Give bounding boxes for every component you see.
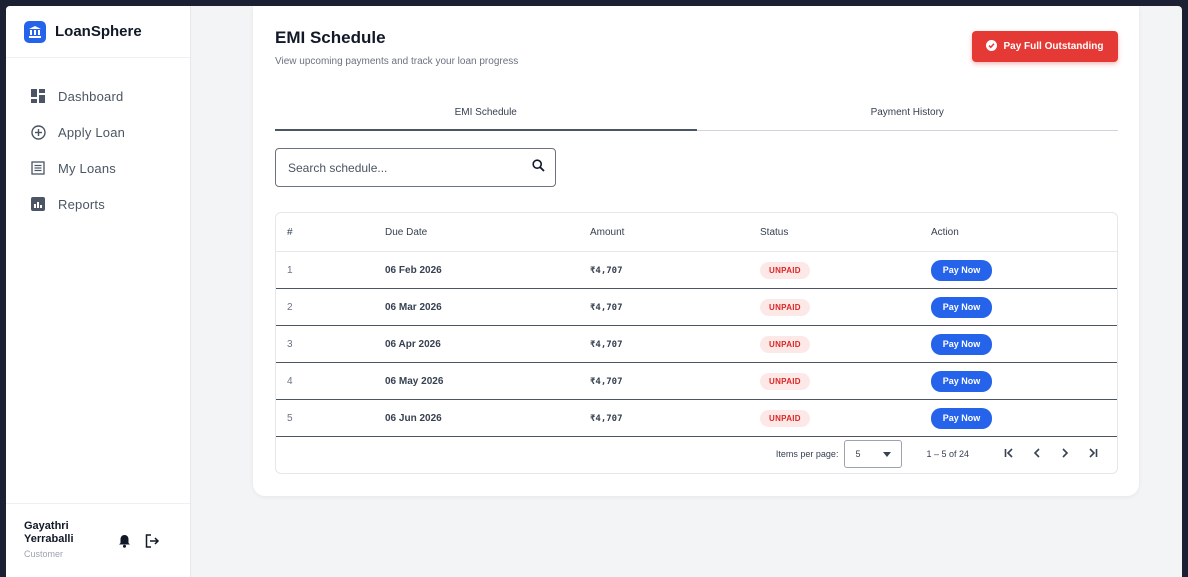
emi-table: # Due Date Amount Status Action 1 06 Feb…	[275, 212, 1118, 474]
amount: ₹4,707	[590, 376, 623, 387]
sidebar-item-label: Apply Loan	[58, 124, 126, 140]
search-input[interactable]	[286, 159, 532, 176]
previous-page-icon[interactable]	[1023, 447, 1051, 461]
column-header-due-date: Due Date	[385, 226, 428, 238]
main-content: EMI Schedule View upcoming payments and …	[191, 6, 1182, 577]
search-icon[interactable]	[532, 158, 545, 177]
pay-full-label: Pay Full Outstanding	[1003, 41, 1104, 52]
table-row: 4 06 May 2026 ₹4,707 UNPAID Pay Now	[276, 363, 1117, 400]
sidebar-item-label: My Loans	[58, 160, 116, 176]
check-circle-icon	[986, 39, 998, 54]
pay-now-button[interactable]: Pay Now	[931, 407, 992, 429]
bank-icon	[24, 20, 46, 43]
list-icon	[30, 160, 46, 176]
emi-schedule-card: EMI Schedule View upcoming payments and …	[253, 6, 1139, 496]
due-date: 06 May 2026	[385, 375, 444, 387]
status-badge: UNPAID	[760, 335, 810, 353]
due-date: 06 Feb 2026	[385, 264, 442, 276]
plus-circle-icon	[30, 124, 46, 140]
user-actions	[118, 534, 160, 553]
row-number: 2	[287, 301, 293, 313]
pay-full-outstanding-button[interactable]: Pay Full Outstanding	[972, 31, 1118, 62]
column-header-action: Action	[931, 226, 959, 238]
sidebar: LoanSphere Dashboard Apply Loan My Loans	[6, 6, 191, 577]
sidebar-item-apply-loan[interactable]: Apply Loan	[6, 114, 190, 150]
sidebar-item-label: Dashboard	[58, 88, 124, 104]
items-per-page-label: Items per page:	[775, 449, 839, 459]
amount: ₹4,707	[590, 302, 623, 313]
sidebar-item-label: Reports	[58, 196, 105, 212]
logout-icon[interactable]	[145, 534, 160, 553]
page-range: 1 – 5 of 24	[926, 449, 969, 459]
due-date: 06 Jun 2026	[385, 412, 442, 424]
pay-now-button[interactable]: Pay Now	[931, 333, 992, 355]
search-box	[275, 148, 556, 187]
page-size-value: 5	[855, 449, 861, 459]
table-row: 2 06 Mar 2026 ₹4,707 UNPAID Pay Now	[276, 289, 1117, 326]
page-subtitle: View upcoming payments and track your lo…	[275, 56, 519, 67]
user-name: Gayathri Yerraballi	[24, 520, 74, 545]
column-header-status: Status	[760, 226, 789, 238]
sidebar-item-reports[interactable]: Reports	[6, 186, 190, 222]
row-number: 1	[287, 264, 293, 276]
column-header-number: #	[287, 226, 293, 238]
sidebar-item-my-loans[interactable]: My Loans	[6, 150, 190, 186]
tab-bar: EMI Schedule Payment History	[275, 100, 1118, 131]
last-page-icon[interactable]	[1079, 447, 1107, 461]
next-page-icon[interactable]	[1051, 447, 1079, 461]
status-badge: UNPAID	[760, 409, 810, 427]
paginator: Items per page: 5 1 – 5 of 24	[776, 439, 1107, 469]
row-number: 3	[287, 338, 293, 350]
app-window: LoanSphere Dashboard Apply Loan My Loans	[6, 6, 1182, 577]
tab-emi-schedule[interactable]: EMI Schedule	[275, 100, 697, 131]
table-row: 1 06 Feb 2026 ₹4,707 UNPAID Pay Now	[276, 252, 1117, 289]
amount: ₹4,707	[590, 265, 623, 276]
table-row: 5 06 Jun 2026 ₹4,707 UNPAID Pay Now	[276, 400, 1117, 437]
sidebar-nav: Dashboard Apply Loan My Loans Reports	[6, 58, 190, 222]
pay-now-button[interactable]: Pay Now	[931, 370, 992, 392]
tab-payment-history[interactable]: Payment History	[697, 100, 1119, 130]
brand: LoanSphere	[6, 6, 190, 58]
amount: ₹4,707	[590, 413, 623, 424]
column-header-amount: Amount	[590, 226, 625, 238]
due-date: 06 Apr 2026	[385, 338, 441, 350]
page-size-select[interactable]: 5	[844, 440, 903, 468]
amount: ₹4,707	[590, 339, 623, 350]
pay-now-button[interactable]: Pay Now	[931, 296, 992, 318]
dashboard-icon	[30, 88, 46, 104]
brand-name: LoanSphere	[55, 23, 142, 40]
status-badge: UNPAID	[760, 298, 810, 316]
dropdown-arrow-icon	[883, 449, 892, 459]
row-number: 5	[287, 412, 293, 424]
user-panel: Gayathri Yerraballi Customer	[6, 503, 190, 577]
status-badge: UNPAID	[760, 261, 810, 279]
first-page-icon[interactable]	[995, 447, 1023, 461]
due-date: 06 Mar 2026	[385, 301, 442, 313]
user-role: Customer	[24, 549, 64, 559]
bell-icon[interactable]	[118, 534, 131, 553]
table-row: 3 06 Apr 2026 ₹4,707 UNPAID Pay Now	[276, 326, 1117, 363]
pay-now-button[interactable]: Pay Now	[931, 259, 992, 281]
row-number: 4	[287, 375, 293, 387]
status-badge: UNPAID	[760, 372, 810, 390]
table-header: # Due Date Amount Status Action	[276, 213, 1117, 252]
sidebar-item-dashboard[interactable]: Dashboard	[6, 78, 190, 114]
page-title: EMI Schedule	[275, 28, 386, 47]
bar-chart-icon	[30, 196, 46, 212]
